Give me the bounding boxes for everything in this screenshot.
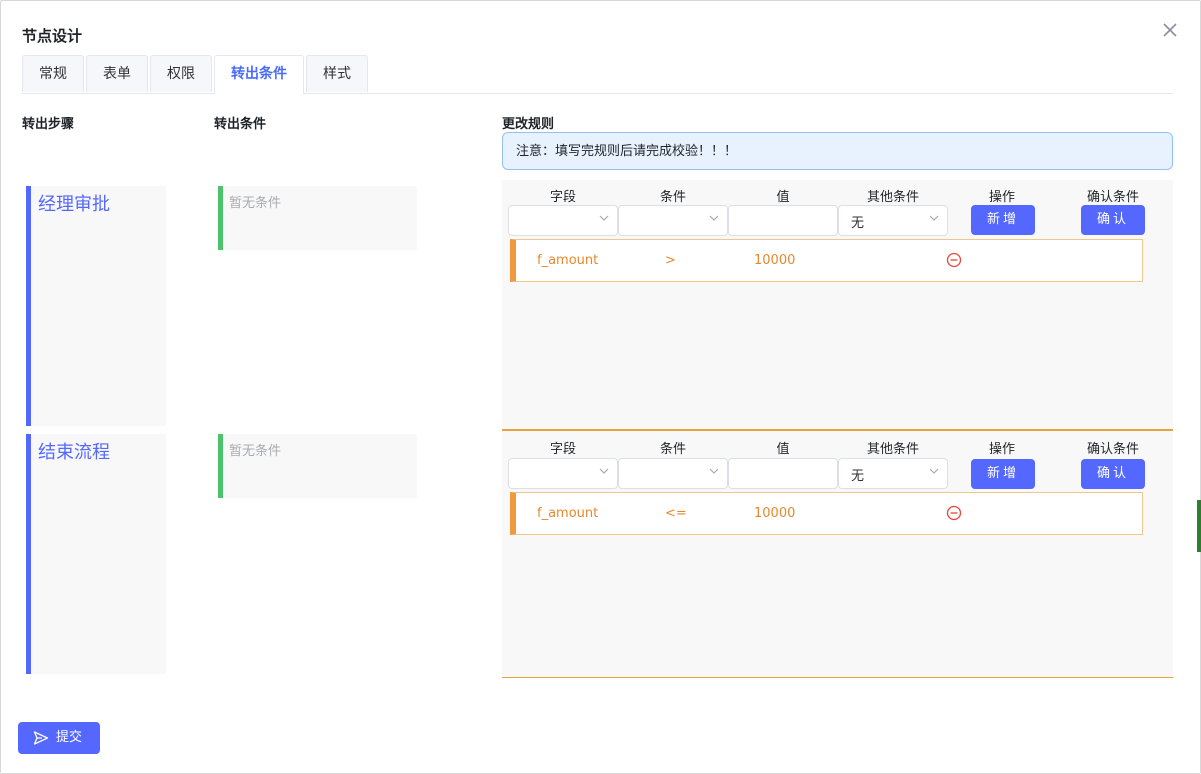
- field-select[interactable]: [508, 205, 618, 236]
- condition-card: 暂无条件: [218, 434, 417, 498]
- condition-empty-text: 暂无条件: [229, 444, 282, 459]
- condition-empty-text: 暂无条件: [229, 196, 282, 211]
- chevron-down-icon: [709, 468, 719, 474]
- rule-operator: <=: [665, 506, 687, 521]
- conditions-heading: 转出条件: [214, 117, 267, 132]
- tab-transfer-conditions[interactable]: 转出条件: [214, 55, 304, 94]
- header-value: 值: [776, 190, 790, 205]
- tab-bar: 常规 表单 权限 转出条件 样式: [22, 55, 1173, 94]
- tab-general[interactable]: 常规: [22, 55, 84, 92]
- chevron-down-icon: [599, 468, 609, 474]
- step-card[interactable]: 经理审批: [26, 186, 166, 426]
- header-other: 其他条件: [866, 442, 919, 457]
- header-confirm: 确认条件: [1086, 442, 1139, 457]
- rule-panel: 字段 条件 值 其他条件 操作 确认条件 无 新增 确认 f_amount <=…: [502, 430, 1173, 678]
- other-condition-select[interactable]: 无: [838, 458, 948, 489]
- rule-row: f_amount <= 10000: [510, 492, 1143, 535]
- header-value: 值: [776, 442, 790, 457]
- confirm-rule-button[interactable]: 确认: [1081, 459, 1145, 489]
- value-input[interactable]: [728, 205, 838, 236]
- submit-label: 提交: [56, 730, 83, 745]
- dialog-title: 节点设计: [22, 27, 83, 45]
- header-action: 操作: [988, 190, 1015, 205]
- header-confirm: 确认条件: [1086, 190, 1139, 205]
- tab-form[interactable]: 表单: [86, 55, 148, 92]
- chevron-down-icon: [709, 215, 719, 221]
- rule-operator: >: [665, 253, 676, 268]
- notice-banner: 注意：填写完规则后请完成校验！！！: [502, 132, 1173, 170]
- submit-button[interactable]: 提交: [18, 722, 100, 754]
- step-card[interactable]: 结束流程: [26, 434, 166, 674]
- rule-field: f_amount: [537, 506, 599, 521]
- other-condition-value: 无: [851, 216, 865, 231]
- other-condition-value: 无: [851, 469, 865, 484]
- condition-card: 暂无条件: [218, 186, 417, 250]
- rule-field: f_amount: [537, 253, 599, 268]
- add-rule-button[interactable]: 新增: [971, 205, 1035, 235]
- condition-select[interactable]: [618, 205, 728, 236]
- chevron-down-icon: [929, 468, 939, 474]
- send-icon: [33, 731, 49, 745]
- rule-panel: 字段 条件 值 其他条件 操作 确认条件 无 新增 确认 f_amount > …: [502, 180, 1173, 430]
- chevron-down-icon: [929, 215, 939, 221]
- value-input[interactable]: [728, 458, 838, 489]
- tab-style[interactable]: 样式: [306, 55, 368, 92]
- field-select[interactable]: [508, 458, 618, 489]
- header-field: 字段: [549, 190, 576, 205]
- minus-circle-icon[interactable]: [946, 505, 962, 521]
- tab-permissions[interactable]: 权限: [150, 55, 212, 92]
- minus-circle-icon[interactable]: [946, 252, 962, 268]
- header-condition: 条件: [659, 190, 686, 205]
- header-other: 其他条件: [866, 190, 919, 205]
- rules-heading: 更改规则: [502, 117, 555, 132]
- header-condition: 条件: [659, 442, 686, 457]
- other-condition-select[interactable]: 无: [838, 205, 948, 236]
- rule-value: 10000: [754, 253, 796, 268]
- confirm-rule-button[interactable]: 确认: [1081, 205, 1145, 235]
- header-action: 操作: [988, 442, 1015, 457]
- steps-heading: 转出步骤: [22, 117, 75, 132]
- chevron-down-icon: [599, 215, 609, 221]
- background-edge: [1197, 500, 1201, 552]
- condition-select[interactable]: [618, 458, 728, 489]
- rule-value: 10000: [754, 506, 796, 521]
- step-name: 结束流程: [38, 442, 110, 463]
- rule-row: f_amount > 10000: [510, 239, 1143, 282]
- close-icon[interactable]: [1160, 20, 1180, 40]
- header-field: 字段: [549, 442, 576, 457]
- add-rule-button[interactable]: 新增: [971, 459, 1035, 489]
- step-name: 经理审批: [38, 194, 110, 215]
